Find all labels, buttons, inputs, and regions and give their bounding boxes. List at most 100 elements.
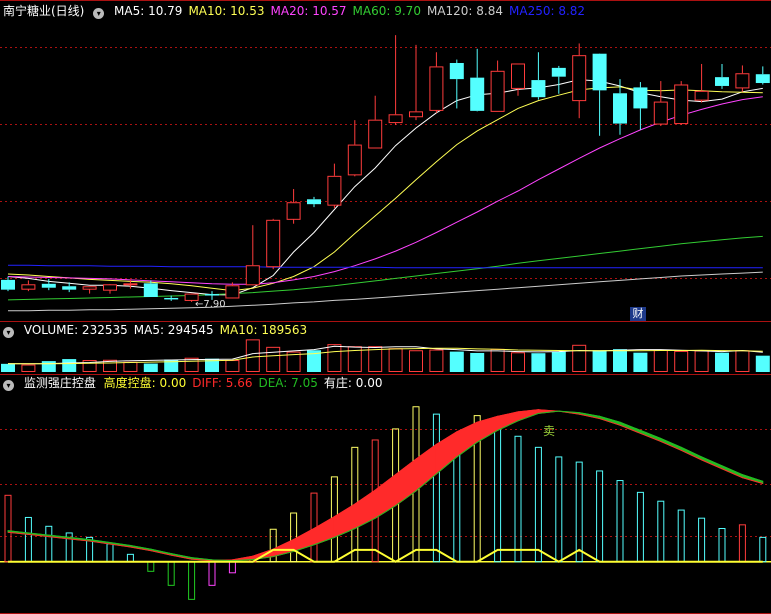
candle-body: [572, 55, 587, 102]
ma-legend-2: MA20: 10.57: [270, 4, 347, 18]
volume-bar-22: [449, 351, 464, 372]
volume-bar-24: [490, 348, 505, 373]
low-price-label: ←7.90: [195, 299, 226, 310]
volume-bar-23: [470, 352, 485, 372]
indicator-bar-11: [228, 561, 236, 574]
indicator-bar-1: [24, 516, 32, 563]
candle-body: [470, 77, 485, 111]
price-legend: 南宁糖业(日线) ▾ MA5: 10.79 MA10: 10.53 MA20: 10…: [0, 2, 597, 20]
indicator-legend-item-0: 高度控盘: 0.00: [103, 376, 187, 390]
candle-body: [82, 286, 97, 290]
candle-body: [266, 219, 281, 268]
candle-24: [490, 60, 505, 112]
candle-29: [592, 53, 607, 136]
candle-body: [613, 93, 627, 124]
volume-legend-item-0: VOLUME: 232535: [23, 323, 128, 337]
volume-bar-36: [735, 350, 750, 372]
indicator-bar-35: [718, 528, 726, 563]
volume-bar-7: [143, 363, 158, 372]
volume-bar-6: [123, 361, 138, 372]
candle-body: [347, 144, 362, 176]
volume-bar-29: [592, 350, 607, 372]
candle-body: [164, 297, 179, 300]
volume-bar-34: [694, 350, 709, 372]
candle-31: [633, 82, 648, 130]
candle-32: [653, 81, 668, 127]
volume-bar-35: [715, 352, 729, 372]
candle-14: [286, 189, 301, 224]
ma-legend-1: MA10: 10.53: [188, 4, 265, 18]
volume-bar-28: [572, 344, 587, 372]
candle-36: [735, 65, 750, 92]
candle-0: [1, 276, 15, 292]
collapse-icon[interactable]: ▾: [93, 8, 105, 19]
indicator-panel[interactable]: [0, 406, 771, 600]
candle-25: [511, 63, 525, 96]
sell-signal-label: 卖: [543, 424, 556, 438]
indicator-bar-37: [759, 536, 767, 563]
indicator-name: 监测强庄控盘: [23, 376, 96, 390]
candle-body: [368, 119, 383, 149]
candle-body: [327, 175, 342, 206]
candle-body: [1, 279, 15, 290]
candle-13: [266, 218, 281, 270]
volume-bar-12: [245, 339, 260, 372]
candle-26: [531, 52, 546, 100]
candle-body: [143, 283, 158, 297]
candle-body: [592, 53, 607, 91]
candle-body: [449, 62, 464, 80]
stock-chart[interactable]: [0, 0, 771, 614]
candle-15: [307, 196, 321, 208]
candle-34: [694, 63, 709, 103]
candle-1: [21, 280, 36, 292]
candle-body: [653, 101, 668, 125]
candle-22: [449, 59, 464, 109]
volume-bar-32: [653, 349, 668, 372]
ma-legend-3: MA60: 9.70: [352, 4, 421, 18]
candle-body: [735, 73, 750, 89]
ma-line-ma10: [7, 86, 763, 292]
volume-legend: ▾ VOLUME: 232535 MA5: 294545 MA10: 189563: [0, 321, 319, 339]
volume-bar-18: [368, 346, 383, 373]
candle-37: [755, 66, 770, 85]
finance-badge[interactable]: 财: [630, 307, 646, 321]
candle-5: [103, 284, 117, 294]
ma-legend-4: MA120: 8.84: [426, 4, 504, 18]
candle-body: [511, 63, 525, 89]
ma-legend-5: MA250: 8.82: [509, 4, 586, 18]
volume-bar-9: [184, 357, 199, 373]
price-panel[interactable]: [1, 35, 770, 312]
candle-body: [62, 286, 77, 290]
indicator-bar-32: [657, 500, 665, 563]
candle-23: [470, 48, 485, 112]
indicator-bar-36: [738, 524, 746, 563]
indicator-bar-5: [106, 543, 114, 563]
ma-values: MA5: 10.79 MA10: 10.53 MA20: 10.57 MA60: 9.…: [114, 4, 591, 18]
candle-4: [82, 286, 97, 294]
volume-panel[interactable]: [1, 339, 770, 373]
candle-body: [674, 84, 689, 125]
candle-body: [286, 202, 301, 220]
indicator-values: 高度控盘: 0.00 DIFF: 5.66 DEA: 7.05 有庄: 0.00: [104, 376, 389, 390]
candle-35: [715, 63, 729, 89]
indicator-bar-9: [188, 561, 196, 600]
volume-bar-26: [531, 353, 546, 372]
indicator-bar-14: [290, 512, 298, 563]
candle-body: [21, 284, 36, 290]
ma-legend-0: MA5: 10.79: [114, 4, 183, 18]
candle-body: [41, 283, 56, 288]
indicator-bar-26: [534, 446, 542, 563]
candle-body: [429, 66, 444, 111]
volume-bar-11: [225, 360, 240, 373]
candle-body: [490, 70, 505, 112]
candle-body: [307, 199, 321, 205]
candle-33: [674, 81, 689, 126]
indicator-bar-25: [514, 435, 522, 563]
volume-bar-3: [62, 359, 77, 372]
indicator-legend-item-3: 有庄: 0.00: [323, 376, 383, 390]
candle-19: [388, 35, 403, 126]
collapse-icon[interactable]: ▾: [3, 327, 14, 338]
low-price-value: 7.90: [203, 299, 226, 310]
collapse-icon[interactable]: ▾: [3, 380, 14, 391]
volume-bar-33: [674, 350, 689, 373]
